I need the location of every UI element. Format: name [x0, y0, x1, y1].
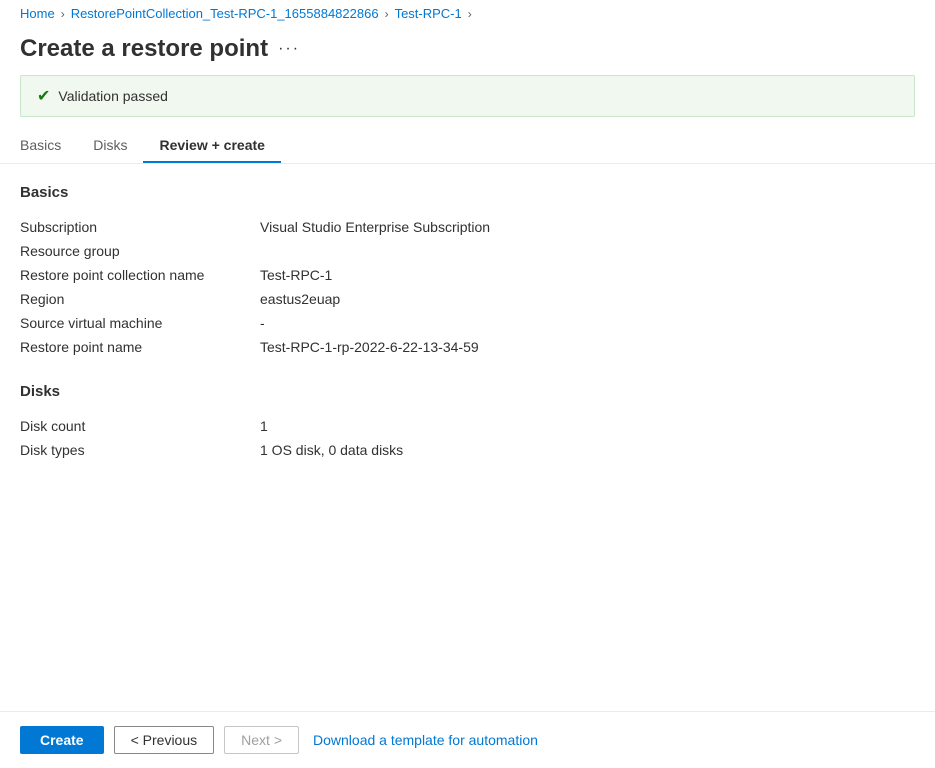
- basics-value-collection-name: Test-RPC-1: [260, 267, 332, 283]
- breadcrumb-home[interactable]: Home: [20, 6, 55, 21]
- tab-basics[interactable]: Basics: [20, 129, 77, 163]
- download-template-link[interactable]: Download a template for automation: [313, 732, 538, 748]
- table-row: Region eastus2euap: [20, 287, 915, 311]
- disks-section-title: Disks: [20, 383, 915, 400]
- table-row: Source virtual machine -: [20, 311, 915, 335]
- table-row: Restore point name Test-RPC-1-rp-2022-6-…: [20, 335, 915, 359]
- page-title: Create a restore point: [20, 35, 268, 63]
- breadcrumb-collection[interactable]: RestorePointCollection_Test-RPC-1_165588…: [71, 6, 379, 21]
- basics-label-collection-name: Restore point collection name: [20, 267, 260, 283]
- previous-button[interactable]: < Previous: [114, 726, 215, 754]
- create-button[interactable]: Create: [20, 726, 104, 754]
- tab-review[interactable]: Review + create: [143, 129, 280, 163]
- check-icon: ✔: [37, 86, 50, 106]
- breadcrumb-sep-1: ›: [61, 7, 65, 21]
- more-options-icon[interactable]: ···: [278, 40, 300, 58]
- validation-banner: ✔ Validation passed: [20, 75, 915, 117]
- basics-label-subscription: Subscription: [20, 219, 260, 235]
- tab-disks[interactable]: Disks: [77, 129, 143, 163]
- breadcrumb-rpc[interactable]: Test-RPC-1: [395, 6, 462, 21]
- basics-label-source-vm: Source virtual machine: [20, 315, 260, 331]
- basics-value-region: eastus2euap: [260, 291, 340, 307]
- disks-value-types: 1 OS disk, 0 data disks: [260, 442, 403, 458]
- basics-label-restore-point-name: Restore point name: [20, 339, 260, 355]
- basics-value-restore-point-name: Test-RPC-1-rp-2022-6-22-13-34-59: [260, 339, 479, 355]
- disks-table: Disk count 1 Disk types 1 OS disk, 0 dat…: [20, 414, 915, 462]
- table-row: Resource group: [20, 239, 915, 263]
- disks-label-types: Disk types: [20, 442, 260, 458]
- table-row: Subscription Visual Studio Enterprise Su…: [20, 215, 915, 239]
- basics-table: Subscription Visual Studio Enterprise Su…: [20, 215, 915, 359]
- table-row: Disk count 1: [20, 414, 915, 438]
- basics-section-title: Basics: [20, 184, 915, 201]
- main-content: Basics Subscription Visual Studio Enterp…: [0, 164, 935, 711]
- table-row: Restore point collection name Test-RPC-1: [20, 263, 915, 287]
- validation-message: Validation passed: [58, 88, 167, 104]
- tabs-bar: Basics Disks Review + create: [0, 129, 935, 164]
- disks-label-count: Disk count: [20, 418, 260, 434]
- page-header: Create a restore point ···: [0, 27, 935, 75]
- breadcrumb: Home › RestorePointCollection_Test-RPC-1…: [0, 0, 935, 27]
- breadcrumb-sep-2: ›: [385, 7, 389, 21]
- basics-value-subscription: Visual Studio Enterprise Subscription: [260, 219, 490, 235]
- basics-value-source-vm: -: [260, 315, 265, 331]
- basics-label-resource-group: Resource group: [20, 243, 260, 259]
- basics-label-region: Region: [20, 291, 260, 307]
- footer-bar: Create < Previous Next > Download a temp…: [0, 711, 935, 768]
- breadcrumb-sep-3: ›: [468, 7, 472, 21]
- disks-value-count: 1: [260, 418, 268, 434]
- next-button[interactable]: Next >: [224, 726, 299, 754]
- table-row: Disk types 1 OS disk, 0 data disks: [20, 438, 915, 462]
